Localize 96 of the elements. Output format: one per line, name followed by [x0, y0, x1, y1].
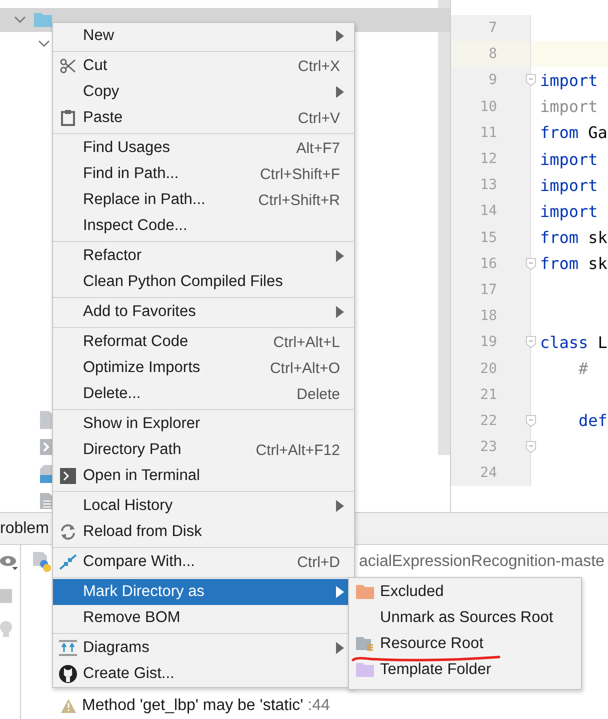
line-number: 20 [479, 360, 497, 377]
menu-item[interactable]: Open in Terminal [53, 463, 354, 489]
shortcut-text: Ctrl+Alt+F12 [256, 442, 340, 458]
code-token: sk [587, 254, 608, 274]
code-token: def [578, 411, 608, 430]
submenu-arrow-icon [336, 586, 344, 598]
submenu-arrow-icon [336, 500, 344, 512]
submenu-arrow-icon [336, 250, 344, 262]
menu-item[interactable]: Reformat Code Ctrl+Alt+L [53, 329, 354, 355]
reload-icon [60, 524, 76, 540]
shortcut-text: Ctrl+X [298, 58, 340, 74]
cat-logo-icon [59, 665, 77, 683]
menu-item[interactable]: Show in Explorer [53, 411, 354, 437]
menu-item[interactable]: Refactor [53, 243, 354, 269]
code-token: from [540, 123, 579, 142]
line-number: 16 [479, 256, 497, 272]
line-number: 18 [479, 308, 497, 324]
scrollbar[interactable] [438, 0, 450, 455]
menu-item[interactable]: Local History [53, 493, 354, 519]
code-token: sk [587, 228, 608, 248]
shortcut-text: Ctrl+Shift+F [260, 166, 340, 182]
submenu-arrow-icon [336, 30, 344, 42]
menu-item[interactable]: Compare With... Ctrl+D [53, 549, 354, 575]
submenu-arrow-icon [336, 86, 344, 98]
menu-item[interactable]: Add to Favorites [53, 299, 354, 325]
line-number: 12 [479, 151, 497, 168]
shortcut-text: Ctrl+Alt+L [273, 334, 340, 350]
code-token: class [540, 332, 588, 352]
line-number: 23 [479, 439, 497, 456]
chevron-icon[interactable] [14, 16, 26, 24]
menu-item[interactable]: Copy [53, 79, 354, 105]
line-number: 14 [479, 203, 497, 220]
fold-marker-icon[interactable] [526, 74, 536, 86]
diagram-icon [59, 640, 77, 656]
shortcut-text: Alt+F7 [296, 140, 340, 156]
shortcut-text: Ctrl+Alt+O [270, 360, 340, 376]
menu-item[interactable]: Clean Python Compiled Files [53, 269, 354, 295]
problems-tab[interactable]: roblem [0, 520, 49, 538]
file-path-text: acialExpressionRecognition-maste [359, 553, 604, 571]
line-number: 22 [479, 412, 497, 429]
terminal-icon [60, 468, 76, 484]
fold-marker-icon[interactable] [526, 336, 536, 348]
submenu-arrow-icon [336, 306, 344, 318]
chevron-icon[interactable] [38, 40, 50, 48]
line-number: 11 [479, 124, 497, 141]
scissors-icon [60, 58, 76, 74]
line-number: 21 [479, 386, 497, 403]
line-number: 9 [488, 72, 497, 88]
line-number: 8 [488, 46, 497, 62]
menu-item[interactable]: Find in Path... Ctrl+Shift+F [53, 161, 354, 187]
code-token: import [540, 150, 598, 169]
eye-icon[interactable] [0, 555, 18, 571]
folder-icon [356, 663, 374, 677]
line-number: 24 [479, 465, 497, 482]
code-token: from [540, 228, 579, 248]
code-token: Ga [587, 123, 608, 142]
code-token: from [540, 254, 579, 274]
warning-icon [61, 699, 76, 713]
code-token: L [596, 332, 608, 352]
warning-text[interactable]: Method 'get_lbp' may be 'static' :44 [82, 697, 330, 715]
menu-item[interactable]: Optimize Imports Ctrl+Alt+O [53, 355, 354, 381]
menu-item[interactable]: New [53, 23, 354, 49]
line-number: 10 [479, 98, 497, 115]
fold-marker-icon[interactable] [526, 258, 536, 270]
menu-item[interactable]: Reload from Disk [53, 519, 354, 545]
fold-marker-icon[interactable] [526, 414, 536, 427]
menu-item[interactable]: Unmark as Sources Root [349, 605, 581, 631]
code-token: import [540, 202, 598, 221]
menu-item[interactable]: Find Usages Alt+F7 [53, 135, 354, 161]
code-token: import [540, 97, 598, 116]
shortcut-text: Ctrl+D [297, 554, 340, 570]
code-token: # [578, 359, 588, 378]
line-number: 15 [479, 230, 497, 246]
folder-icon [356, 585, 374, 599]
menu-item[interactable]: Inspect Code... [53, 213, 354, 239]
resource-folder-icon [356, 636, 374, 652]
menu-item[interactable]: Directory Path Ctrl+Alt+F12 [53, 437, 354, 463]
menu-item[interactable]: Delete... Delete [53, 381, 354, 407]
code-token: import [540, 176, 598, 195]
menu-item[interactable]: Paste Ctrl+V [53, 105, 354, 131]
compare-arrows-icon [59, 554, 77, 570]
shortcut-text: Ctrl+V [298, 110, 340, 126]
folder-icon [34, 13, 52, 27]
shortcut-text: Ctrl+Shift+R [258, 192, 340, 208]
menu-item[interactable]: Replace in Path... Ctrl+Shift+R [53, 187, 354, 213]
code-token: import [540, 70, 598, 90]
clipboard-icon [61, 110, 75, 126]
line-number: 17 [479, 282, 497, 298]
line-number: 13 [479, 177, 497, 194]
line-number: 19 [479, 334, 497, 350]
shortcut-text: Delete [296, 386, 340, 402]
menu-item[interactable]: Cut Ctrl+X [53, 53, 354, 79]
submenu-arrow-icon [336, 642, 344, 654]
line-number: 7 [488, 20, 497, 36]
bulb-icon[interactable] [0, 621, 12, 637]
fold-marker-icon[interactable] [526, 441, 536, 453]
